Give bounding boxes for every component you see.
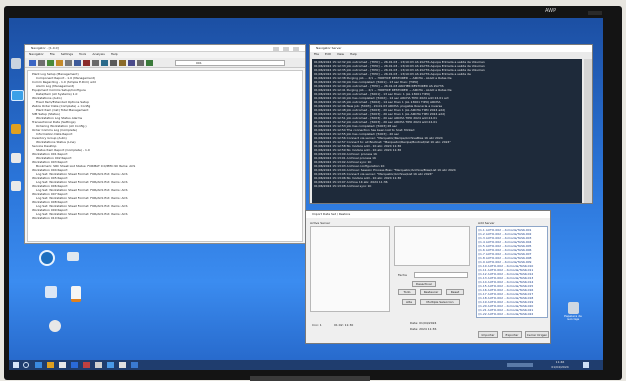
- minimize-button[interactable]: [273, 47, 279, 51]
- taskbar-app-4[interactable]: [71, 362, 78, 368]
- deselect-button[interactable]: Desactivar: [412, 281, 436, 287]
- toolbar-icon-11[interactable]: [119, 60, 126, 66]
- monitor-stand: [250, 376, 370, 381]
- close-origin-button[interactable]: Cerrar Origen: [525, 331, 549, 338]
- status-left-value: 01:02: 11:30: [334, 323, 354, 327]
- app-icon-1[interactable]: [11, 153, 21, 163]
- toolbar-icon-13[interactable]: [137, 60, 144, 66]
- notification-icon[interactable]: [583, 362, 589, 368]
- taskbar-app-7[interactable]: [107, 362, 114, 368]
- status-mid: Date: 01/04/2024: [410, 321, 437, 325]
- taskbar-app-9[interactable]: [131, 362, 138, 368]
- console-menu-file[interactable]: File: [314, 52, 319, 58]
- toolbar-icon-10[interactable]: [110, 60, 117, 66]
- list-item[interactable]: \\1.22 AUTO-002 ...tomoda/TASK-022: [478, 312, 546, 316]
- taskbar-date: 01/04/2024: [551, 365, 569, 369]
- toolbar-icon-5[interactable]: [65, 60, 72, 66]
- add-button[interactable]: Alta: [402, 299, 416, 305]
- monitor-brand: AWP: [545, 8, 557, 14]
- navigator-title: Navigator - [1.0.0]: [31, 46, 59, 50]
- export-button[interactable]: Exportar: [502, 331, 522, 338]
- toolbar-icon-7[interactable]: [83, 60, 90, 66]
- taskbar-app-8[interactable]: [119, 362, 126, 368]
- monitor-buttons: [588, 11, 602, 15]
- taskbar: 11:46 01/04/2024: [9, 360, 603, 370]
- dialog-titlebar[interactable]: Import Data Set / Restore: [306, 211, 550, 218]
- toolbar-icon-4[interactable]: [56, 60, 63, 66]
- taskbar-search-icon[interactable]: [23, 362, 29, 368]
- recycle-bin-label: Papelera de reciclaje: [564, 314, 582, 321]
- cd-icon[interactable]: [49, 320, 61, 332]
- navigator-tree: Plant Log Setup (Management) Component Re…: [27, 70, 303, 242]
- dialog-mid-panel[interactable]: [394, 226, 470, 266]
- import-dialog: Import Data Set / Restore Active Server …: [305, 210, 551, 344]
- navigator-toolbar: 001: [25, 58, 305, 68]
- dialog-left-label: Active Server: [310, 221, 331, 225]
- console-log: 01/06/2024 15:12:32 Job outcomed - [TIPO…: [312, 59, 582, 203]
- taskbar-app-2[interactable]: [47, 362, 54, 368]
- shortcut-icon[interactable]: [67, 252, 79, 261]
- toolbar-icon-14[interactable]: [146, 60, 153, 66]
- edge-icon[interactable]: [39, 250, 55, 266]
- console-menubar: File Edit View Help: [310, 52, 592, 58]
- toolbar-icon-9[interactable]: [101, 60, 108, 66]
- dialog-left-panel[interactable]: [310, 226, 390, 312]
- toolbar-icon-6[interactable]: [74, 60, 81, 66]
- navigator-titlebar[interactable]: Navigator - [1.0.0]: [25, 45, 305, 52]
- console-window: Navigator Server File Edit View Help 01/…: [309, 44, 593, 204]
- dialog-title: Import Data Set / Restore: [312, 212, 351, 216]
- multiple-select-button[interactable]: Multiple Seleccion: [420, 299, 460, 305]
- recycle-bin-icon[interactable]: [11, 58, 21, 69]
- console-menu-help[interactable]: Help: [350, 52, 357, 58]
- console-titlebar[interactable]: Navigator Server: [310, 45, 592, 52]
- console-menu-view[interactable]: View: [337, 52, 344, 58]
- taskbar-time: 11:46: [555, 360, 565, 364]
- taskbar-app-6[interactable]: [95, 362, 102, 368]
- pc-icon[interactable]: [11, 90, 24, 101]
- status-left: Cnx: 1: [312, 323, 322, 327]
- dialog-right-label: Add Server: [478, 221, 495, 225]
- dialog-date-field[interactable]: [414, 272, 468, 278]
- toolbar-icon-8[interactable]: [92, 60, 99, 66]
- maximize-button[interactable]: [283, 47, 289, 51]
- toolbar-field[interactable]: 001: [175, 60, 285, 66]
- console-menu-edit[interactable]: Edit: [325, 52, 331, 58]
- screen: Papelera de reciclaje Navigator - [1.0.0…: [9, 18, 603, 370]
- console-title: Navigator Server: [316, 46, 342, 50]
- app-icon-2[interactable]: [11, 181, 21, 191]
- console-line: 01/06/2024 15:13:08 Archival sync 1K: [314, 184, 372, 188]
- navigator-window: Navigator - [1.0.0] Navigator File Setti…: [24, 44, 306, 244]
- toolbar-icon-1[interactable]: [29, 60, 36, 66]
- import-button[interactable]: Importar: [478, 331, 498, 338]
- folder-icon[interactable]: [45, 286, 57, 298]
- tray-icons[interactable]: [507, 363, 533, 367]
- toolbar-icon-12[interactable]: [128, 60, 135, 66]
- recycle-bin-right-icon[interactable]: Papelera de reciclaje: [559, 302, 587, 321]
- dialog-list[interactable]: \\1.1 AUTO-002 ...tomoda/TASK-001 \\1.2 A…: [476, 226, 548, 318]
- tree-item[interactable]: Workstation 010 Report: [30, 216, 300, 220]
- network-icon[interactable]: [11, 124, 21, 134]
- taskbar-app-3[interactable]: [59, 362, 66, 368]
- close-button[interactable]: [293, 47, 299, 51]
- toolbar-icon-2[interactable]: [38, 60, 45, 66]
- document-icon-2[interactable]: [71, 286, 81, 302]
- toolbar-icon-3[interactable]: [47, 60, 54, 66]
- start-button[interactable]: [13, 362, 19, 368]
- status-right: Date: 2024 11:36: [410, 327, 437, 331]
- reset-button[interactable]: Reset: [446, 289, 464, 295]
- taskbar-app-1[interactable]: [35, 362, 42, 368]
- all-button[interactable]: Todo: [398, 289, 416, 295]
- console-scrollbar[interactable]: [584, 59, 592, 203]
- taskbar-app-5[interactable]: [83, 362, 90, 368]
- restore-button[interactable]: Restaurar: [420, 289, 442, 295]
